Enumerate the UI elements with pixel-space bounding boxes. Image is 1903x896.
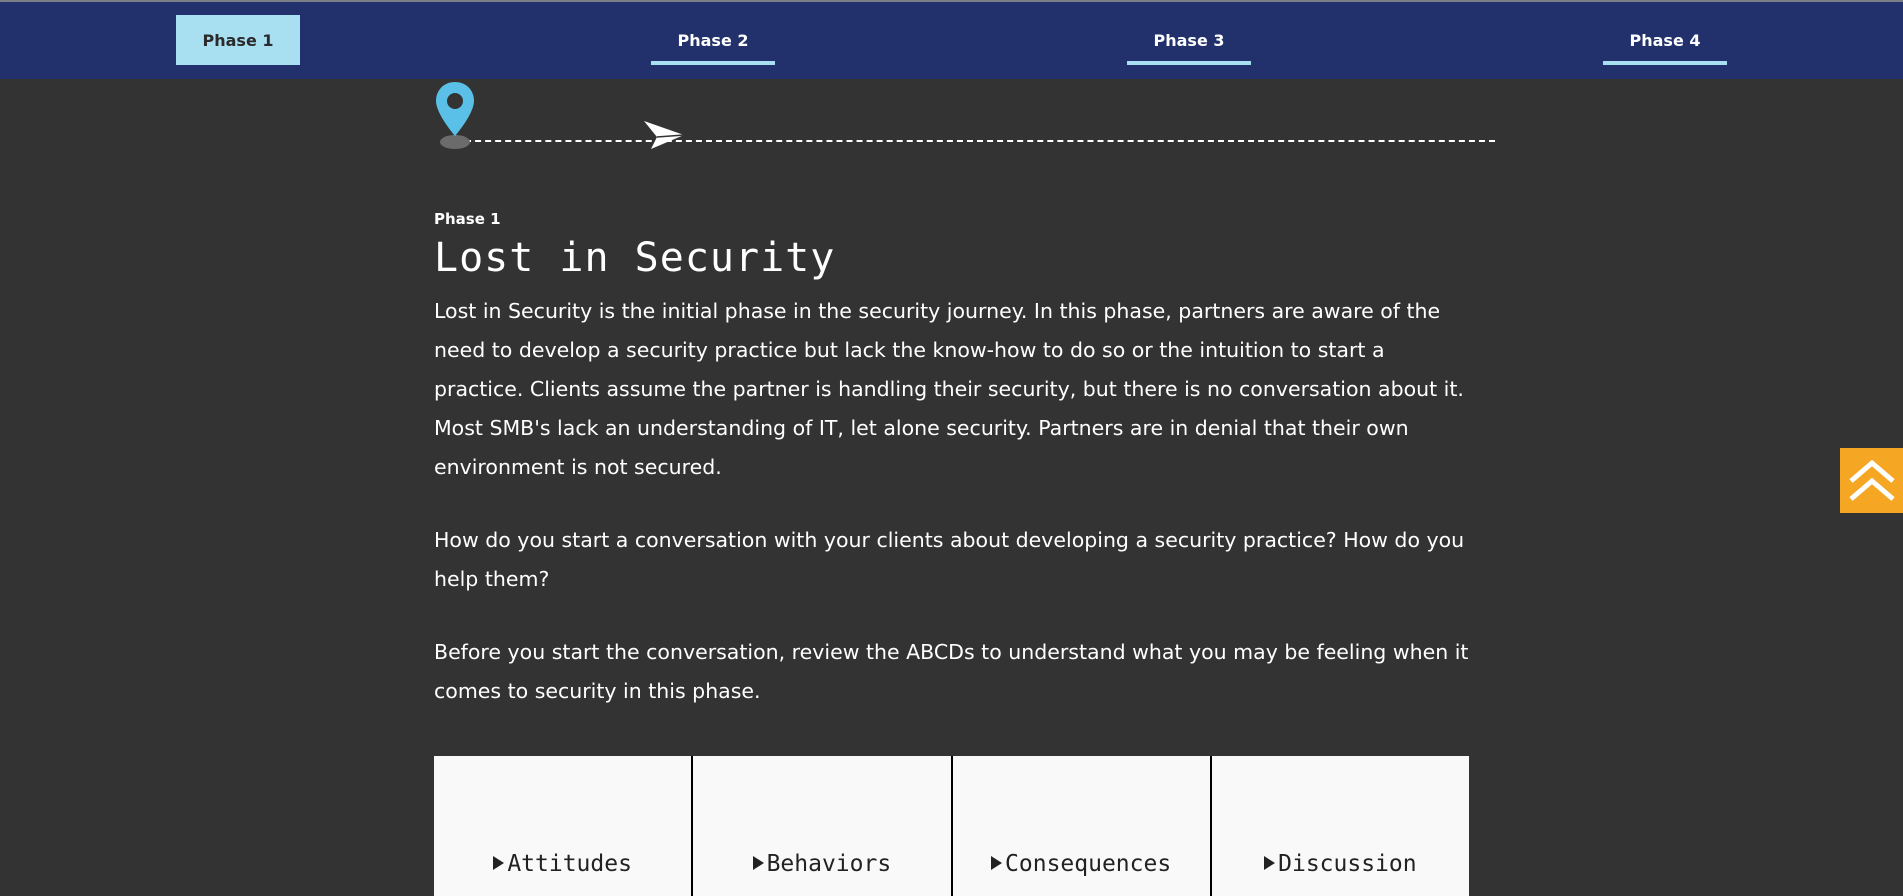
tab-underline bbox=[651, 61, 775, 65]
abcd-card-consequences-text: Consequences bbox=[1005, 851, 1172, 877]
tab-phase-2-label: Phase 2 bbox=[677, 30, 749, 50]
journey-progress bbox=[425, 80, 1495, 155]
abcd-intro-paragraph: Before you start the conversation, revie… bbox=[434, 640, 1469, 703]
abcd-card-discussion[interactable]: Discussion bbox=[1211, 756, 1469, 896]
tab-phase-3[interactable]: Phase 3 bbox=[1127, 15, 1251, 65]
double-chevron-up-icon bbox=[1849, 459, 1895, 501]
map-pin-icon bbox=[436, 82, 474, 149]
paper-plane-icon bbox=[644, 121, 685, 149]
question-paragraph: How do you start a conversation with you… bbox=[434, 528, 1465, 591]
tab-phase-1-label: Phase 1 bbox=[202, 30, 274, 50]
caret-right-icon bbox=[1264, 856, 1276, 870]
phase-content: Phase 1 Lost in Security Lost in Securit… bbox=[434, 208, 1469, 711]
abcd-card-consequences[interactable]: Consequences bbox=[952, 756, 1210, 896]
abcd-card-behaviors-text: Behaviors bbox=[766, 851, 892, 877]
abcd-card-attitudes[interactable]: Attitudes bbox=[434, 756, 692, 896]
scroll-to-top-button[interactable] bbox=[1840, 448, 1903, 513]
journey-dashed-path bbox=[455, 140, 1495, 142]
tab-phase-4[interactable]: Phase 4 bbox=[1603, 15, 1727, 65]
page-title: Lost in Security bbox=[434, 235, 836, 281]
tab-underline bbox=[1127, 61, 1251, 65]
tab-phase-2[interactable]: Phase 2 bbox=[651, 15, 775, 65]
tab-phase-4-label: Phase 4 bbox=[1629, 30, 1701, 50]
abcd-card-discussion-text: Discussion bbox=[1278, 851, 1417, 877]
abcd-card-label: Discussion bbox=[1212, 851, 1469, 877]
abcd-card-label: Behaviors bbox=[693, 851, 950, 877]
caret-right-icon bbox=[493, 856, 505, 870]
abcd-card-label: Attitudes bbox=[434, 851, 691, 877]
tab-underline bbox=[1603, 61, 1727, 65]
abcd-card-label: Consequences bbox=[953, 851, 1210, 877]
intro-paragraph: Lost in Security is the initial phase in… bbox=[434, 299, 1464, 479]
abcd-card-behaviors[interactable]: Behaviors bbox=[693, 756, 951, 896]
abcd-cards: Attitudes Behaviors Consequences Discuss… bbox=[434, 756, 1469, 896]
tab-phase-1[interactable]: Phase 1 bbox=[176, 15, 300, 65]
tab-phase-3-label: Phase 3 bbox=[1153, 30, 1225, 50]
caret-right-icon bbox=[752, 856, 764, 870]
abcd-card-attitudes-text: Attitudes bbox=[507, 851, 632, 877]
phase-eyebrow: Phase 1 bbox=[434, 210, 501, 228]
caret-right-icon bbox=[991, 856, 1003, 870]
phase-navbar: Phase 1 Phase 2 Phase 3 Phase 4 bbox=[0, 2, 1903, 79]
